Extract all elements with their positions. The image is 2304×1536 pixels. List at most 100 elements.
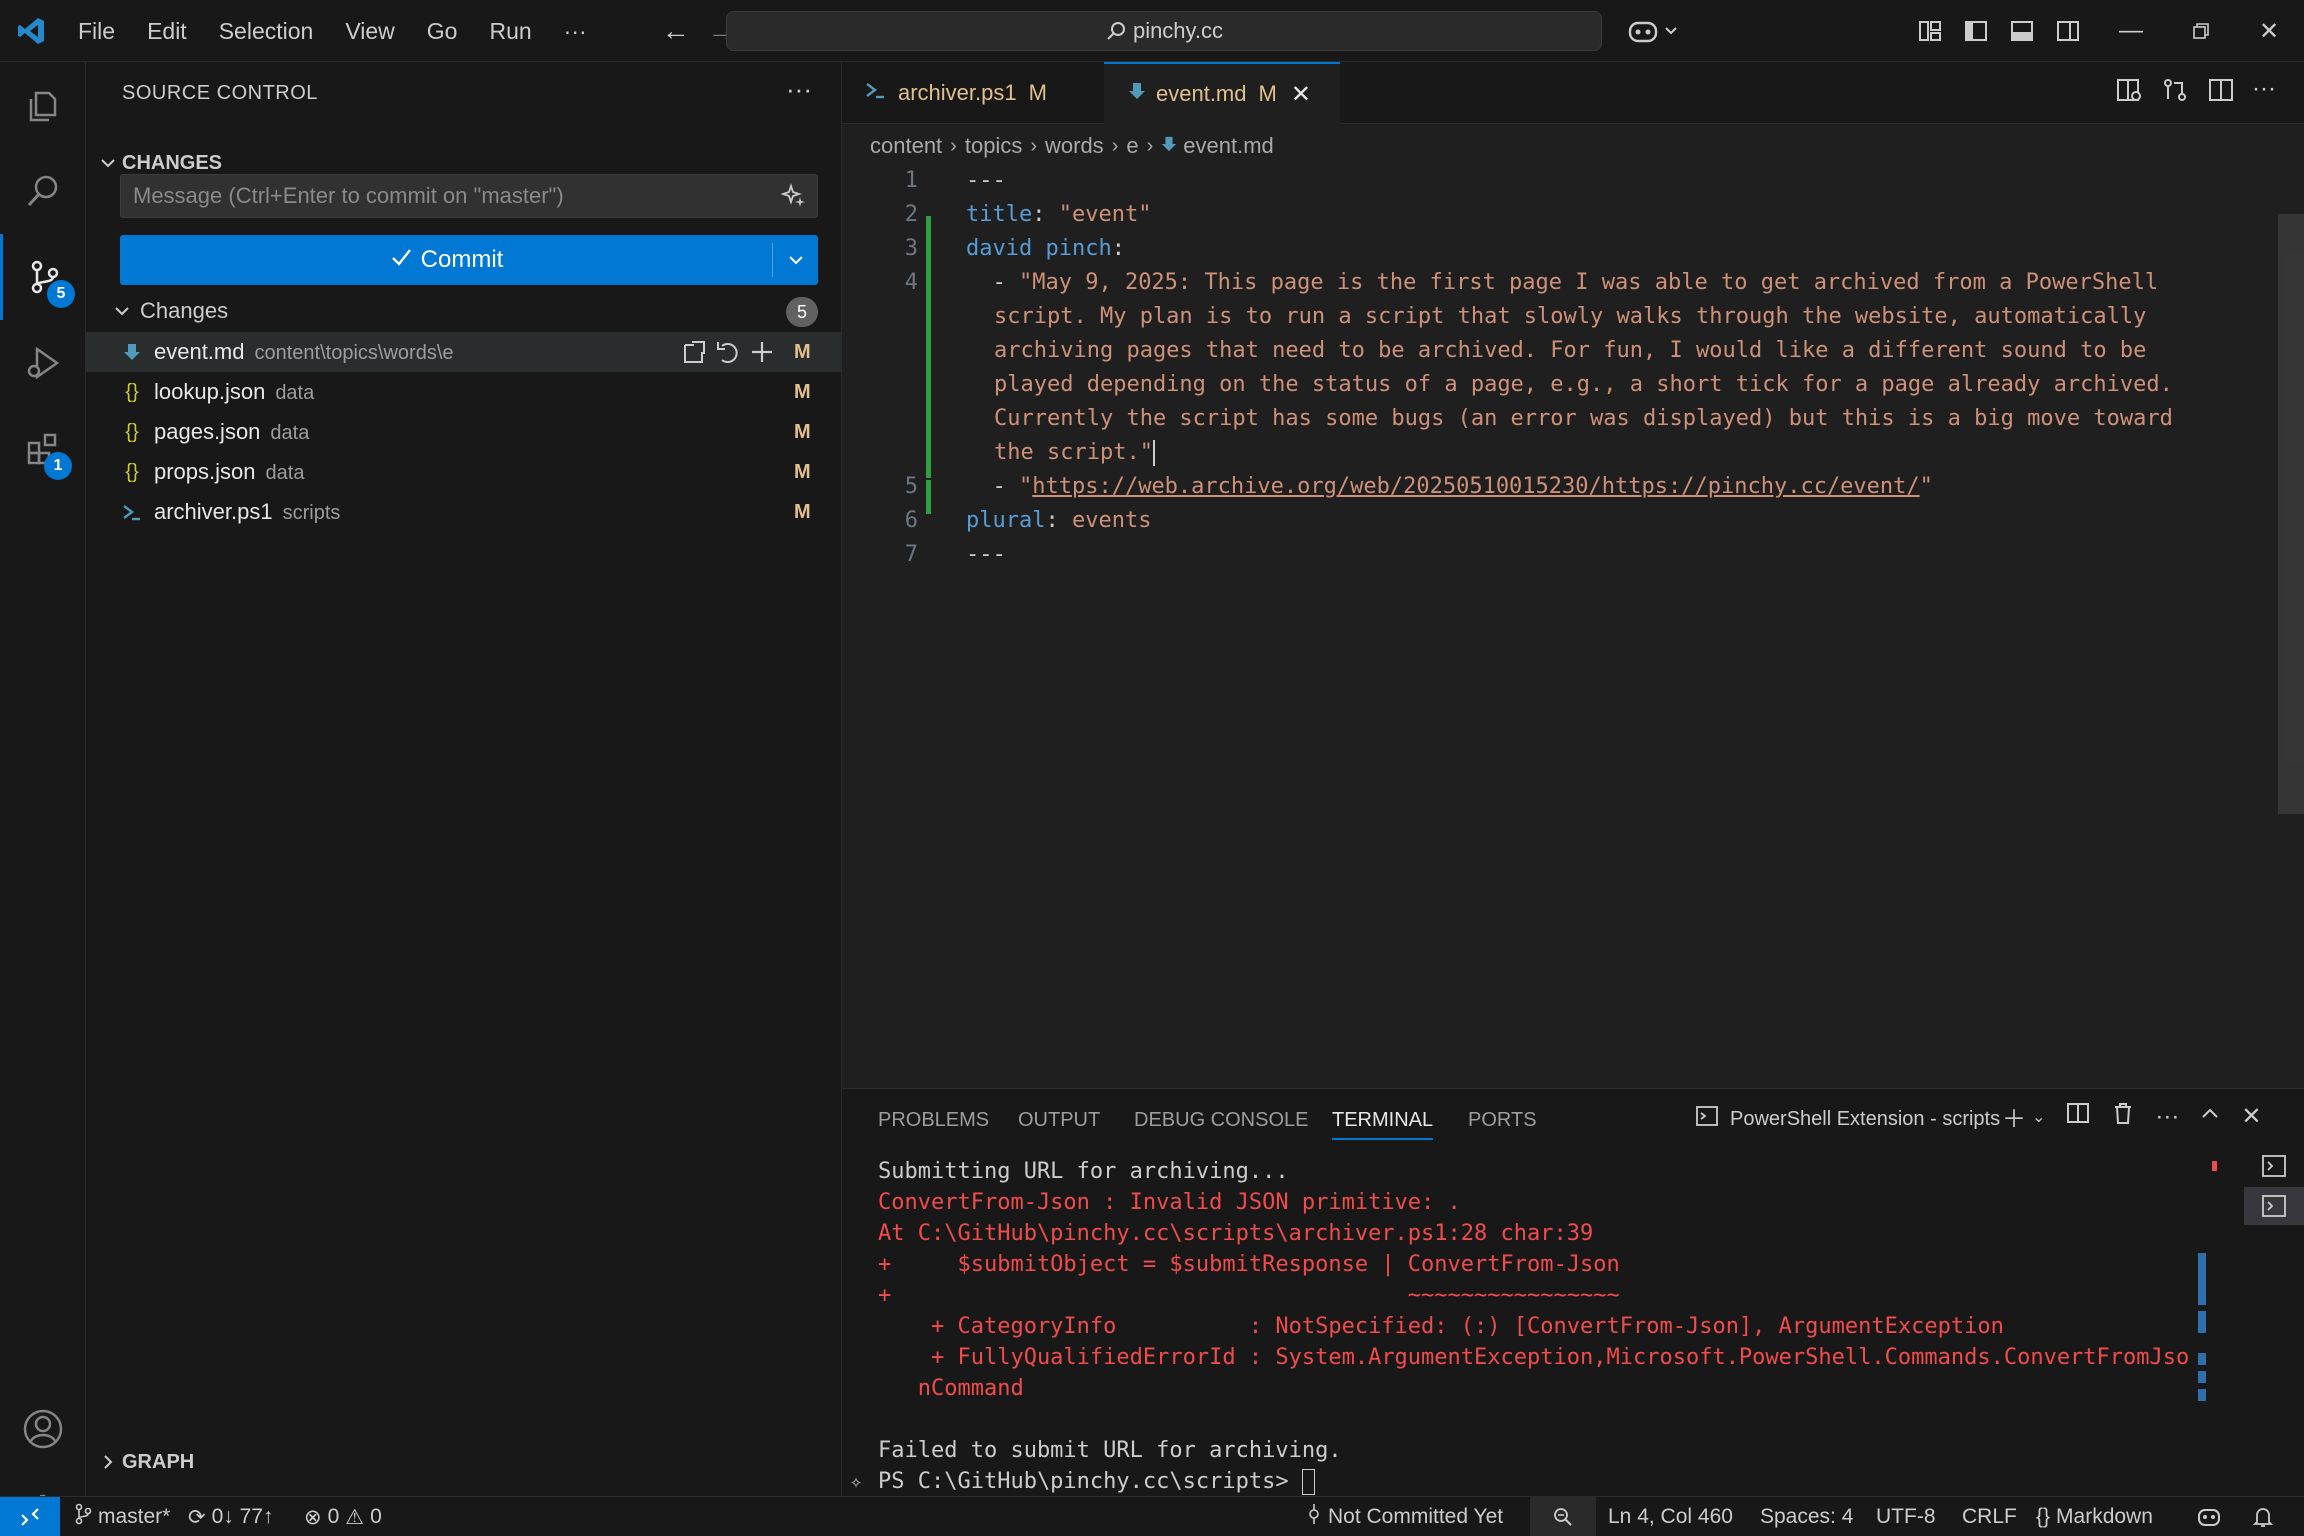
tab-archiver[interactable]: archiver.ps1 M: [842, 62, 1104, 124]
code-line-wrap: played depending on the status of a page…: [994, 372, 2173, 397]
copilot-icon[interactable]: [1624, 13, 1684, 49]
terminal-scrollbar[interactable]: [2198, 1159, 2206, 1449]
back-arrow-icon[interactable]: ←: [653, 15, 699, 47]
changed-file-row[interactable]: {} lookup.json data M: [86, 372, 842, 412]
split-terminal-icon[interactable]: [2065, 1100, 2091, 1133]
open-file-icon[interactable]: [680, 338, 708, 372]
changed-file-row[interactable]: {} pages.json data M: [86, 412, 842, 452]
json-icon: {}: [125, 420, 139, 443]
commit-dropdown-chevron-icon[interactable]: [772, 243, 818, 277]
breadcrumb-item[interactable]: content: [870, 133, 942, 159]
menu-run[interactable]: Run: [473, 0, 547, 62]
explorer-icon[interactable]: [0, 62, 86, 148]
search-view-icon[interactable]: [0, 148, 86, 234]
changed-file-row[interactable]: {} props.json data M: [86, 452, 842, 492]
split-editor-icon[interactable]: [2206, 75, 2236, 111]
cursor-position[interactable]: Ln 4, Col 460: [1608, 1497, 1733, 1536]
commit-button[interactable]: Commit: [120, 235, 818, 285]
restore-icon[interactable]: [2166, 0, 2236, 62]
menu-go[interactable]: Go: [411, 0, 474, 62]
customize-layout-icon[interactable]: [1912, 13, 1948, 49]
terminal-line: + FullyQualifiedErrorId : System.Argumen…: [878, 1345, 2190, 1370]
indentation[interactable]: Spaces: 4: [1760, 1497, 1853, 1536]
breadcrumb-item[interactable]: event.md: [1183, 133, 1274, 159]
encoding[interactable]: UTF-8: [1876, 1497, 1936, 1536]
tab-ports[interactable]: PORTS: [1468, 1109, 1537, 1132]
tab-debug-console[interactable]: DEBUG CONSOLE: [1134, 1109, 1308, 1132]
tab-label: archiver.ps1: [898, 80, 1017, 105]
sync-indicator[interactable]: ⟳ 0↓ 77↑: [188, 1497, 273, 1536]
chevron-down-icon[interactable]: ⌄: [2032, 1107, 2045, 1127]
tab-event-md[interactable]: event.md M ✕: [1104, 62, 1340, 124]
open-preview-icon[interactable]: [2114, 75, 2144, 111]
terminal-instance-icon[interactable]: [2244, 1147, 2304, 1185]
changed-file-row[interactable]: event.md content\topics\words\e M: [86, 332, 842, 372]
changes-group-header[interactable]: Changes 5: [86, 292, 842, 330]
tab-problems[interactable]: PROBLEMS: [878, 1109, 989, 1132]
git-blame-indicator[interactable]: Not Committed Yet: [1306, 1497, 1503, 1536]
maximize-panel-chevron-up-icon[interactable]: [2199, 1102, 2221, 1131]
more-actions-icon[interactable]: ···: [2252, 75, 2276, 111]
close-tab-icon[interactable]: ✕: [1291, 80, 1311, 109]
line-number: 4: [904, 270, 918, 295]
changed-file-row[interactable]: archiver.ps1 scripts M: [86, 492, 842, 532]
minimize-icon[interactable]: —: [2096, 0, 2166, 62]
generate-message-sparkle-icon[interactable]: [780, 183, 807, 215]
graph-section-header[interactable]: GRAPH: [94, 1444, 194, 1480]
tab-modified-indicator: M: [1028, 80, 1047, 105]
tab-terminal[interactable]: TERMINAL: [1332, 1109, 1434, 1140]
toggle-secondary-sidebar-icon[interactable]: [2050, 13, 2086, 49]
section-label: CHANGES: [122, 151, 223, 174]
run-debug-icon[interactable]: [0, 320, 86, 406]
new-terminal-plus-icon[interactable]: ＋: [2002, 1099, 2026, 1134]
close-window-icon[interactable]: ✕: [2234, 0, 2304, 62]
close-panel-icon[interactable]: ✕: [2241, 1102, 2261, 1131]
open-changes-icon[interactable]: [2160, 75, 2190, 111]
code-line: ---: [966, 168, 1006, 193]
toggle-panel-icon[interactable]: [2004, 13, 2040, 49]
more-actions-icon[interactable]: ···: [2155, 1103, 2179, 1131]
menu-selection[interactable]: Selection: [203, 0, 330, 62]
accounts-icon[interactable]: [0, 1386, 86, 1472]
branch-indicator[interactable]: master*: [74, 1497, 170, 1536]
terminal-selector[interactable]: PowerShell Extension - scripts: [1694, 1103, 2000, 1135]
copilot-status-icon[interactable]: [2196, 1497, 2224, 1536]
menu-edit[interactable]: Edit: [131, 0, 203, 62]
commit-placeholder: Message (Ctrl+Enter to commit on "master…: [133, 183, 564, 208]
terminal-prompt[interactable]: PS C:\GitHub\pinchy.cc\scripts>: [878, 1469, 1315, 1495]
file-row-actions: [680, 338, 776, 372]
archive-url-link[interactable]: https://web.archive.org/web/202505100152…: [1032, 474, 1919, 499]
menu-more[interactable]: ···: [548, 0, 603, 62]
trash-icon[interactable]: [2111, 1100, 2135, 1133]
code-editor[interactable]: 1 2 3 4 5 6 7 --- title: "event" david p…: [842, 164, 2304, 1084]
extensions-icon[interactable]: 1: [0, 406, 86, 492]
zoom-icon[interactable]: [1530, 1497, 1596, 1536]
chevron-down-icon: [108, 297, 136, 325]
file-entry: pages.json data: [154, 419, 310, 444]
language-mode[interactable]: {} Markdown: [2036, 1497, 2153, 1536]
line-ending[interactable]: CRLF: [1962, 1497, 2017, 1536]
editor-scrollbar[interactable]: [2278, 214, 2304, 814]
commit-message-input[interactable]: Message (Ctrl+Enter to commit on "master…: [120, 174, 818, 218]
gutter-modified-marker: [926, 480, 931, 514]
menu-view[interactable]: View: [329, 0, 410, 62]
command-center-search[interactable]: pinchy.cc: [726, 11, 1602, 51]
terminal-line: nCommand: [878, 1376, 1024, 1401]
toggle-primary-sidebar-icon[interactable]: [1958, 13, 1994, 49]
breadcrumb-item[interactable]: topics: [965, 133, 1022, 159]
breadcrumb-item[interactable]: words: [1045, 133, 1104, 159]
breadcrumb-item[interactable]: e: [1126, 133, 1138, 159]
stage-changes-plus-icon[interactable]: [748, 338, 776, 372]
problems-indicator[interactable]: ⊗ 0 ⚠ 0: [304, 1497, 382, 1536]
discard-changes-icon[interactable]: [714, 338, 742, 372]
activity-bar: 5 1 1: [0, 62, 86, 1536]
line-number: 7: [904, 542, 918, 567]
notifications-bell-icon[interactable]: [2252, 1497, 2274, 1536]
remote-indicator-icon[interactable]: [0, 1496, 60, 1536]
source-control-icon[interactable]: 5: [0, 234, 86, 320]
sidebar-more-icon[interactable]: ···: [786, 74, 812, 105]
file-status-modified: M: [794, 500, 811, 523]
terminal-instance-icon[interactable]: [2244, 1187, 2304, 1225]
menu-file[interactable]: File: [62, 0, 131, 62]
tab-output[interactable]: OUTPUT: [1018, 1109, 1100, 1132]
